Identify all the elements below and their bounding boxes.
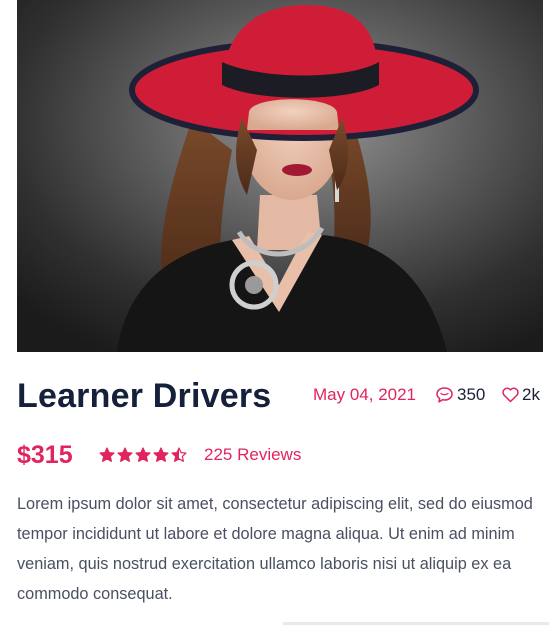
likes-count-value: 2k xyxy=(522,385,540,404)
price: $315 xyxy=(17,441,73,469)
star-icon xyxy=(99,447,115,462)
star-icon xyxy=(153,447,169,462)
post-description: Lorem ipsum dolor sit amet, consectetur … xyxy=(17,495,533,603)
woman-in-red-hat-illustration xyxy=(17,0,543,352)
post-title[interactable]: Learner Drivers xyxy=(17,372,271,420)
star-rating xyxy=(99,447,187,463)
price-row: $315 225 Reviews xyxy=(17,438,543,472)
star-icon xyxy=(171,447,187,462)
post-header: Learner Drivers May 04, 2021 350 2k xyxy=(17,372,543,420)
comments-count[interactable]: 350 xyxy=(435,384,485,406)
comments-count-value: 350 xyxy=(457,385,486,404)
likes-count[interactable]: 2k xyxy=(501,384,540,406)
reviews-link[interactable]: 225 Reviews xyxy=(204,444,301,466)
comment-icon xyxy=(435,386,454,404)
heart-icon xyxy=(501,386,520,404)
star-icon xyxy=(117,447,133,462)
product-card: Learner Drivers May 04, 2021 350 2k $315… xyxy=(0,0,549,625)
star-icon xyxy=(135,447,151,462)
post-date: May 04, 2021 xyxy=(313,385,417,404)
product-image[interactable] xyxy=(17,0,543,352)
